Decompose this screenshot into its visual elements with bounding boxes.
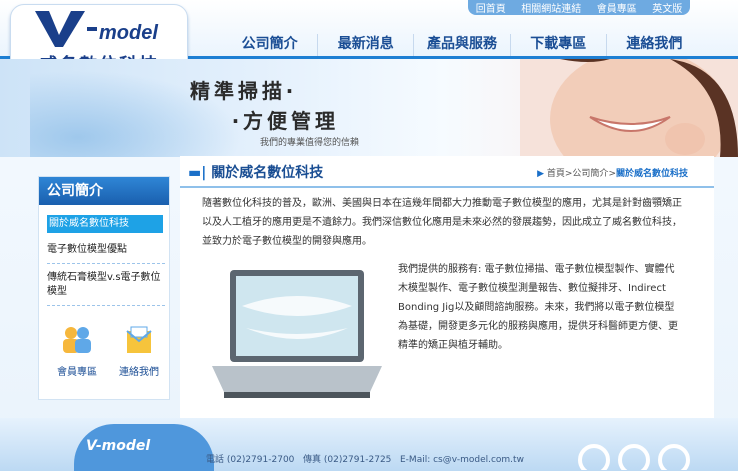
- banner-slogan-1: 精準掃描‧: [190, 79, 297, 103]
- footer-email[interactable]: E-Mail: cs@v-model.com.tw: [400, 455, 524, 465]
- smiling-woman-image: [520, 59, 738, 157]
- main-nav: 公司簡介 最新消息 產品與服務 下載專區 連絡我們: [222, 34, 702, 56]
- breadcrumb-current: 關於威名數位科技: [615, 169, 688, 179]
- logo-mark-icon: model: [35, 11, 158, 47]
- breadcrumb-home[interactable]: 首頁: [547, 169, 565, 179]
- utility-link-english[interactable]: 英文版: [652, 0, 682, 15]
- contact-label: 連絡我們: [119, 367, 159, 378]
- footer-fax: 傳真 (02)2791-2725: [303, 455, 392, 465]
- intro-paragraph: 隨著數位化科技的普及，歐洲、美國與日本在這幾年間都大力推動電子數位模型的應用，尤…: [202, 198, 682, 247]
- footer-logo: V-model: [86, 438, 151, 454]
- main-content: ▬| 關於威名數位科技 ▶ 首頁>公司簡介>關於威名數位科技 隨著數位化科技的普…: [180, 156, 714, 418]
- utility-nav: 回首頁 相關網站連結 會員專區 英文版: [468, 0, 690, 15]
- footer-contact: 電話 (02)2791-2700 傳真 (02)2791-2725 E-Mail…: [206, 452, 524, 465]
- banner-slogan-2: ‧方便管理: [232, 109, 339, 133]
- services-paragraph: 我們提供的服務有: 電子數位掃描、電子數位模型製作、實體代木模型製作、電子數位模…: [398, 264, 678, 351]
- utility-link-home[interactable]: 回首頁: [476, 0, 506, 15]
- nav-downloads[interactable]: 下載專區: [509, 34, 606, 56]
- breadcrumb-arrow-icon: ▶: [537, 169, 547, 179]
- sidebar-item-advantages[interactable]: 電子數位模型優點: [47, 243, 165, 264]
- nav-news[interactable]: 最新消息: [317, 34, 413, 56]
- content-header: ▬| 關於威名數位科技 ▶ 首頁>公司簡介>關於威名數位科技: [180, 156, 714, 188]
- page-title: ▬| 關於威名數位科技: [188, 162, 323, 182]
- members-icon: [63, 327, 91, 353]
- nav-products[interactable]: 產品與服務: [413, 34, 509, 56]
- nav-contact[interactable]: 連絡我們: [605, 34, 702, 56]
- svg-text:model: model: [99, 22, 158, 44]
- laptop-image: [212, 270, 382, 398]
- sidebar-item-comparison[interactable]: 傳統石膏模型v.s電子數位模型: [47, 271, 165, 306]
- sidebar-icons: 會員專區 連絡我們: [53, 323, 163, 383]
- sidebar-item-about[interactable]: 關於威名數位科技: [47, 215, 163, 233]
- sidebar: 公司簡介 關於威名數位科技 電子數位模型優點 傳統石膏模型v.s電子數位模型 會…: [38, 176, 170, 400]
- breadcrumb-separator: >: [608, 169, 616, 179]
- page-title-text: 關於威名數位科技: [211, 165, 324, 181]
- hero-banner: 精準掃描‧ ‧方便管理 我們的專業值得您的信賴: [0, 59, 738, 157]
- members-label: 會員專區: [57, 367, 97, 378]
- members-shortcut[interactable]: 會員專區: [53, 323, 101, 383]
- breadcrumb: ▶ 首頁>公司簡介>關於威名數位科技: [537, 166, 688, 179]
- page: 回首頁 相關網站連結 會員專區 英文版 model 威名數位科技 公司簡介 最新…: [0, 0, 738, 471]
- footer-phone: 電話 (02)2791-2700: [206, 455, 295, 465]
- contact-icon: [126, 326, 152, 353]
- nav-about[interactable]: 公司簡介: [222, 34, 317, 56]
- utility-link-related[interactable]: 相關網站連結: [521, 0, 581, 15]
- footer-decoration-icon: [578, 444, 690, 470]
- utility-link-members[interactable]: 會員專區: [597, 0, 637, 15]
- contact-shortcut[interactable]: 連絡我們: [115, 323, 163, 383]
- breadcrumb-section[interactable]: 公司簡介: [572, 169, 608, 179]
- sidebar-title: 公司簡介: [39, 177, 169, 205]
- title-bullet-icon: ▬|: [188, 165, 212, 181]
- banner-tagline: 我們的專業值得您的信賴: [260, 138, 360, 148]
